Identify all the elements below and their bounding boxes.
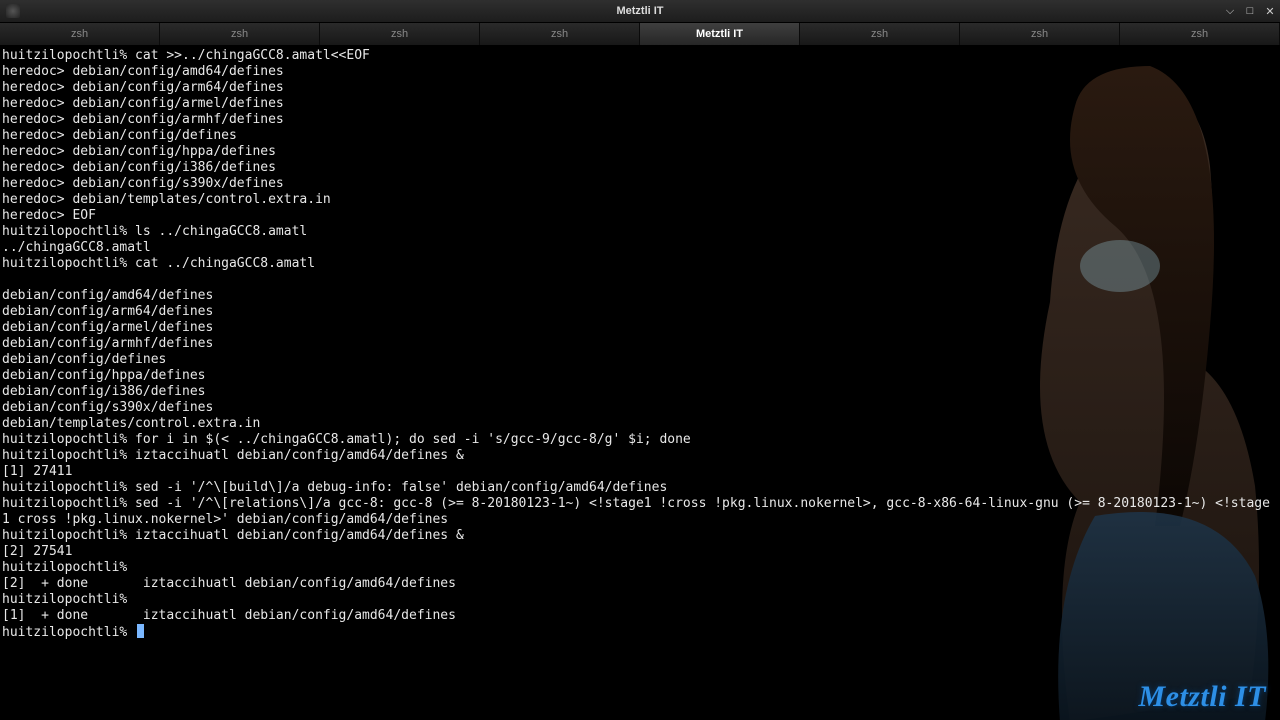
tab-5[interactable]: zsh	[800, 23, 960, 45]
terminal-cursor	[137, 624, 144, 638]
terminal-output: huitzilopochtli% cat >>../chingaGCC8.ama…	[0, 46, 1280, 641]
tab-label: zsh	[1031, 28, 1048, 40]
tab-4[interactable]: Metztli IT	[640, 23, 800, 45]
tab-label: zsh	[1191, 28, 1208, 40]
tab-label: zsh	[71, 28, 88, 40]
tab-0[interactable]: zsh	[0, 23, 160, 45]
terminal-viewport[interactable]: huitzilopochtli% cat >>../chingaGCC8.ama…	[0, 46, 1280, 720]
tab-6[interactable]: zsh	[960, 23, 1120, 45]
maximize-button[interactable]: □	[1242, 3, 1258, 19]
close-button[interactable]: ✕	[1262, 3, 1278, 19]
tab-label: zsh	[231, 28, 248, 40]
tab-1[interactable]: zsh	[160, 23, 320, 45]
minimize-button[interactable]: ⌵	[1222, 3, 1238, 19]
app-icon	[6, 4, 20, 18]
window-title: Metztli IT	[0, 5, 1280, 17]
tab-label: zsh	[551, 28, 568, 40]
tab-7[interactable]: zsh	[1120, 23, 1280, 45]
tab-label: zsh	[871, 28, 888, 40]
window-titlebar: Metztli IT ⌵ □ ✕	[0, 0, 1280, 23]
tab-3[interactable]: zsh	[480, 23, 640, 45]
tab-label: zsh	[391, 28, 408, 40]
tab-label: Metztli IT	[696, 28, 743, 40]
tab-bar: zsh zsh zsh zsh Metztli IT zsh zsh zsh	[0, 23, 1280, 46]
tab-2[interactable]: zsh	[320, 23, 480, 45]
brand-watermark: Metztli IT	[1138, 680, 1266, 714]
